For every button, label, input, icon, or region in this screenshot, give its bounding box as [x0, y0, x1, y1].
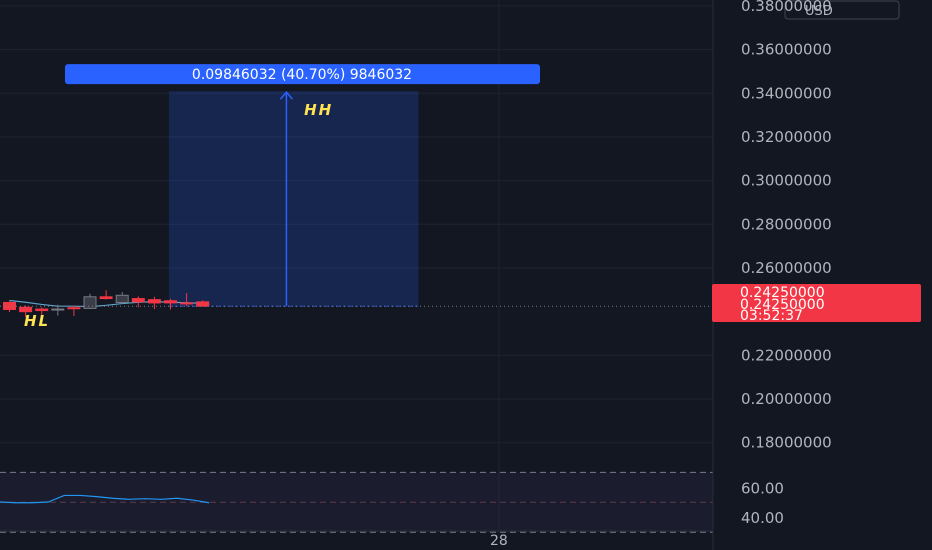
candle-body	[99, 296, 113, 300]
candle-body	[131, 298, 145, 303]
price-tick-label: 0.28000000	[741, 215, 832, 233]
last-price-badges: 0.24250000 0.24250000 03:52:37	[712, 284, 921, 324]
candle-body	[115, 294, 129, 303]
candle-body	[3, 301, 16, 310]
price-tick-label: 0.18000000	[741, 434, 832, 452]
price-tick-label: 0.20000000	[741, 390, 832, 408]
candle-body	[180, 302, 194, 305]
swing-label: HL	[24, 312, 50, 330]
candle-body	[35, 308, 49, 312]
candle-body	[51, 308, 65, 311]
price-tick-label: 0.38000000	[741, 0, 832, 15]
price-tick-label: 0.30000000	[741, 172, 832, 190]
trading-chart[interactable]: 0.09846032 (40.70%) 9846032 HHHL USD 0.3…	[0, 0, 932, 550]
price-tick-label: 0.32000000	[741, 128, 832, 146]
price-tick-label: 0.26000000	[741, 259, 832, 277]
candle-body	[196, 301, 210, 307]
time-tick-label: 28	[490, 533, 508, 549]
candle-body	[83, 296, 97, 309]
candle-body	[147, 299, 161, 304]
price-tick-label: 0.36000000	[741, 41, 832, 59]
countdown-label: 03:52:37	[740, 308, 803, 324]
candle-body	[67, 307, 81, 310]
measure-label-text: 0.09846032 (40.70%) 9846032	[192, 67, 412, 83]
oscillator-band-fill	[0, 472, 713, 533]
measure-box[interactable]	[168, 91, 419, 307]
price-tick-label: 0.22000000	[741, 346, 832, 364]
candle-body	[164, 300, 177, 304]
oscillator-tick-label: 60.00	[741, 479, 784, 497]
swing-label: HH	[304, 101, 333, 119]
oscillator-tick-label: 40.00	[741, 509, 784, 527]
price-tick-label: 0.34000000	[741, 84, 832, 102]
oscillator-pane	[0, 471, 713, 533]
